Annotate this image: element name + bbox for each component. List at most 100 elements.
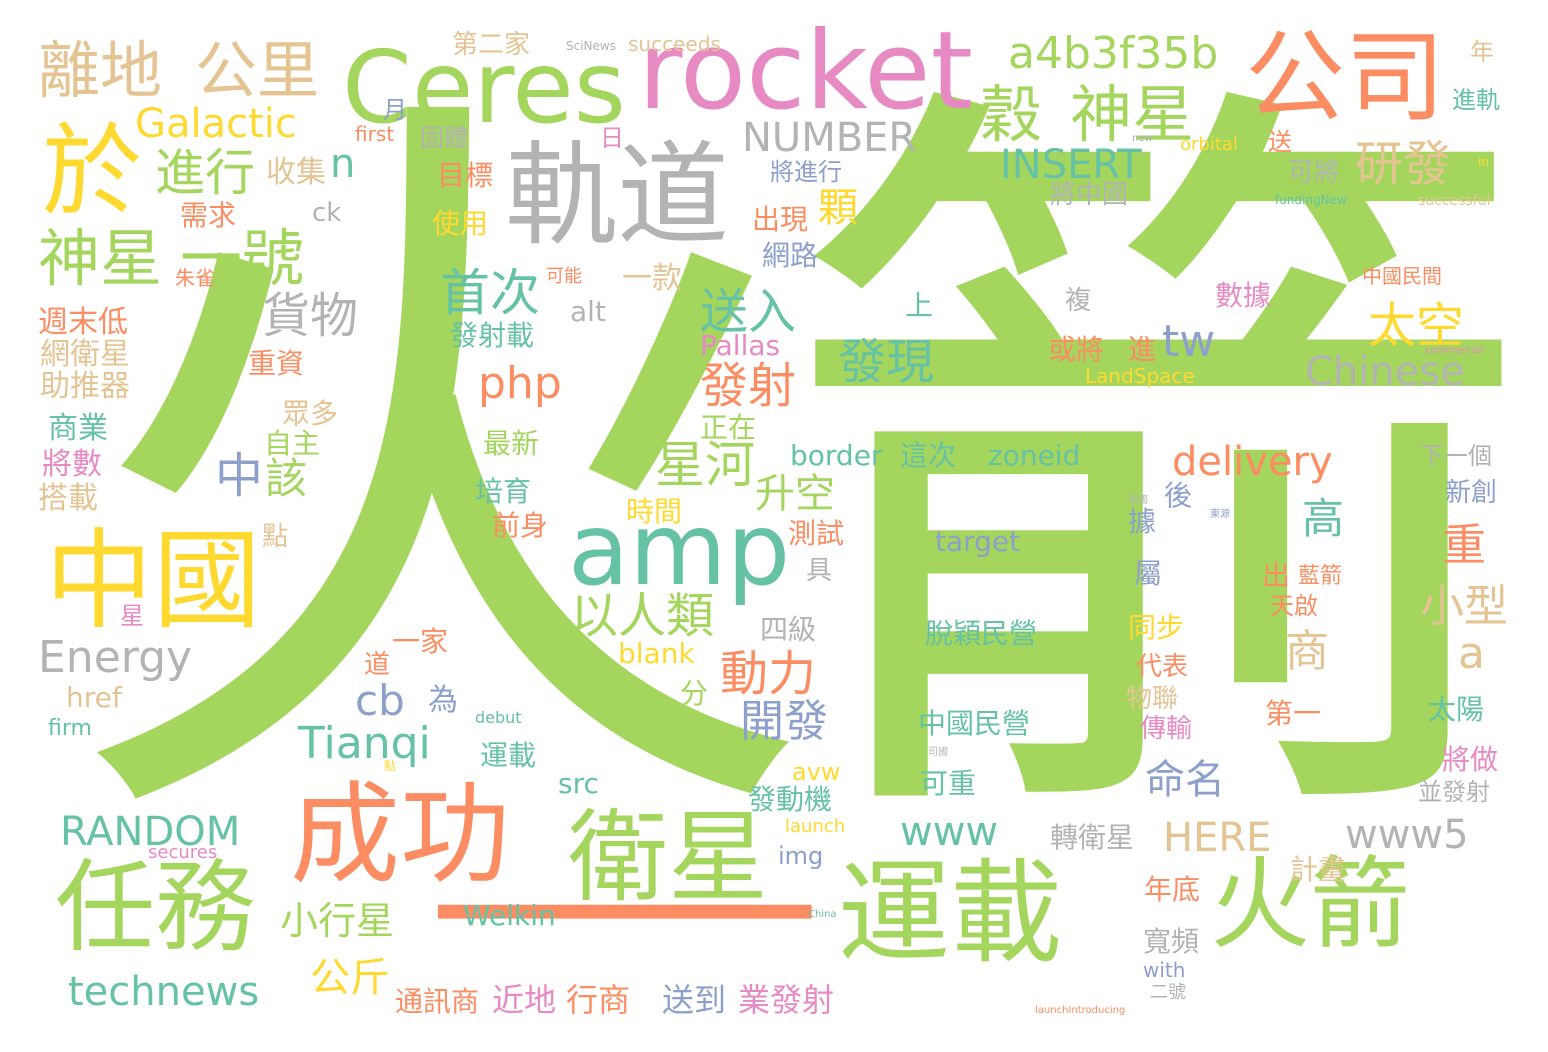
word-shuju: 數據 [1215, 279, 1272, 312]
word-dian: 點 [262, 522, 289, 552]
word-xingshang: 行商 [566, 981, 631, 1019]
word-kezhong: 可重 [920, 767, 977, 800]
word-ceshi: 測試 [788, 517, 845, 550]
word-yefashe: 業發射 [738, 981, 835, 1019]
word-href: href [66, 681, 122, 714]
word-zhongguominying: 中國民營 [918, 707, 1031, 740]
word-energy: Energy [38, 632, 193, 683]
word-scinews: SciNews [566, 39, 616, 53]
word-ju-tool: 具 [806, 556, 833, 586]
word-niandi: 年底 [1144, 873, 1201, 906]
word-nian: 年 [1470, 38, 1494, 66]
word-pallas: Pallas [700, 329, 781, 362]
word-fu: 複 [1065, 286, 1092, 316]
word-img: img [778, 842, 824, 870]
word-succeeds: succeeds [628, 32, 721, 56]
word-peiyu: 培育 [475, 475, 532, 508]
word-ju: 據 [1128, 505, 1157, 538]
word-jindi: 近地 [492, 981, 557, 1019]
word-a4b3: a4b3f35b [1008, 28, 1219, 79]
word-tuoyingminying: 脫穎民營 [925, 617, 1038, 650]
word-jinxing: 進行 [155, 144, 255, 202]
word-dao: 道 [364, 650, 391, 680]
word-here: HERE [1163, 815, 1272, 861]
word-dongli: 動力 [720, 646, 817, 702]
word-launchintroducing: launchIntroducing [1035, 1005, 1126, 1016]
word-zheci: 這次 [900, 439, 957, 472]
word-first: first [355, 122, 395, 146]
word-kejiang: 可將 [1288, 158, 1341, 188]
word-yue: 月 [383, 96, 407, 124]
word-php: php [478, 358, 562, 409]
word-jiangshu: 將數 [42, 447, 102, 482]
word-mingming: 命名 [1145, 757, 1225, 803]
word-dongyuan: 東源 [1210, 509, 1230, 520]
word-jihua: 計畫 [1290, 853, 1347, 886]
word-wangweixing: 網衛星 [40, 337, 130, 372]
word-firm: firm [48, 716, 92, 741]
word-secures: secures [148, 842, 218, 863]
word-song: 送 [1268, 128, 1292, 156]
word-fundingnew: fundingNew [1275, 193, 1347, 207]
word-siji: 四級 [760, 613, 817, 646]
word-shouji: 收集 [266, 155, 326, 190]
word-technews: technews [68, 969, 260, 1015]
word-jiangzuo: 將做 [1442, 743, 1499, 776]
word-gao: 高 [1302, 494, 1345, 543]
word-delivery: delivery [1172, 439, 1333, 485]
word-diguo: 帝國 [1128, 495, 1148, 506]
word-blank: blank [618, 637, 695, 670]
word-a: a [1458, 628, 1485, 679]
word-taikong: 太空 [1368, 298, 1465, 354]
word-fashe: 發射 [700, 358, 797, 414]
word-gongsi: 公司 [1245, 19, 1445, 136]
word-zhongguo: 中國 [45, 519, 262, 644]
word-insert: INSERT [1000, 142, 1142, 188]
word-diyi: 第一 [1265, 697, 1322, 730]
word-bingfashe: 並發射 [1418, 778, 1490, 806]
word-tianqi: Tianqi [298, 718, 431, 769]
word-yunzai: 運載 [838, 849, 1062, 979]
word-n: n [330, 141, 356, 187]
word-gongli: 公里 [195, 34, 320, 107]
word-zhutuiqi: 助推器 [40, 369, 130, 404]
word-mubiao: 目標 [437, 159, 494, 192]
word-gongjin: 公斤 [310, 955, 390, 1001]
word-welkin: Welkin [463, 899, 556, 932]
word-zoneid: zoneid [988, 439, 1081, 472]
word-xinghe: 星河 [655, 436, 755, 494]
word-zhuque: 朱雀 [175, 266, 215, 290]
word-erhao: 二號 [1150, 982, 1186, 1003]
word-wulian: 物聯 [1126, 684, 1179, 714]
word-ck: ck [312, 198, 342, 228]
word-dazai: 搭載 [38, 481, 98, 516]
word-lidi: 離地 [38, 34, 163, 107]
word-daibiao: 代表 [1136, 652, 1189, 682]
word-xing: 星 [120, 602, 144, 630]
word-qianshen: 前身 [492, 509, 549, 542]
word-chinese: Chinese [1305, 349, 1465, 395]
word-in: in [1478, 155, 1489, 169]
word-border: border [790, 439, 883, 472]
word-xiaoxing: 小型 [1420, 581, 1508, 632]
word-zhengzai: 正在 [700, 411, 757, 444]
word-zuixin: 最新 [483, 427, 540, 460]
word-jiangzhongguo: 將中國 [1050, 180, 1129, 210]
word-zhongzi: 重資 [248, 347, 305, 380]
word-zhongduo: 眾多 [282, 397, 339, 430]
word-jinqui: 進軌 [1452, 86, 1500, 114]
word-shenxing: 神星 [38, 222, 163, 295]
word-china: China [808, 909, 837, 920]
word-shangye: 商業 [48, 411, 108, 446]
word-tw: tw [1162, 316, 1216, 367]
word-shouci: 首次 [440, 264, 540, 322]
word-commercial: commercial [1425, 345, 1484, 356]
word-successful: successful [1418, 193, 1491, 209]
word-dierjia: 第二家 [452, 30, 531, 60]
word-lanjian: 藍箭 [1298, 564, 1343, 589]
word-zhong-heavy: 重 [1442, 520, 1486, 571]
word-zhongguominjian: 中國民間 [1362, 264, 1442, 288]
word-yanfa: 研發 [1355, 136, 1452, 192]
word-shengkong: 升空 [755, 471, 835, 517]
word-guti: 固體 [420, 124, 468, 152]
